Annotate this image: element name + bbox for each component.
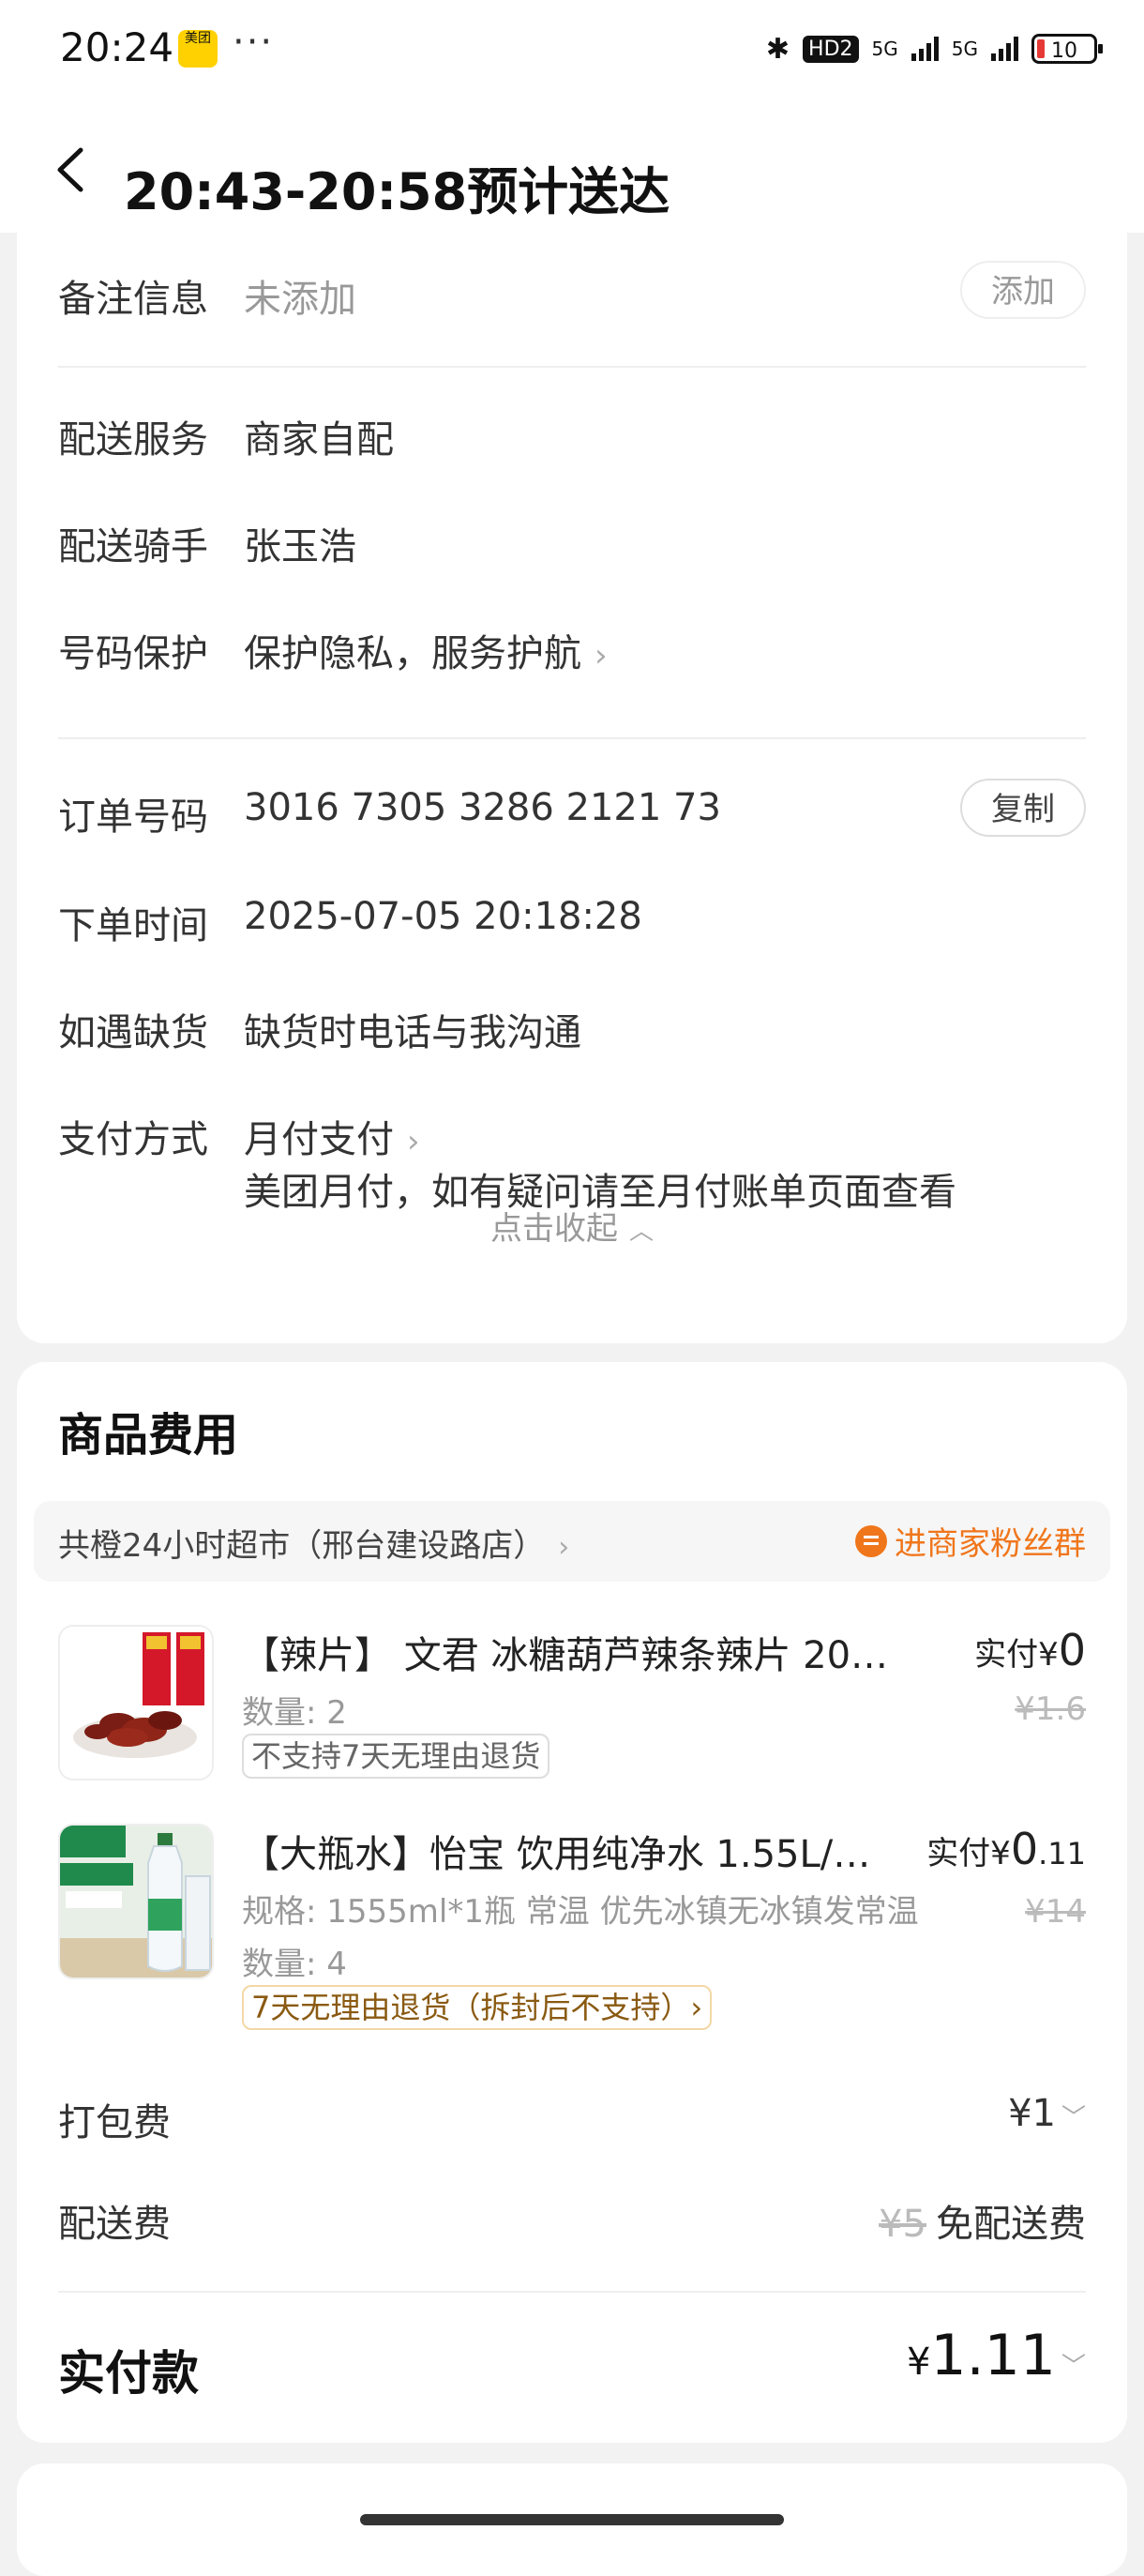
delivery-fee-original: ¥5: [879, 2203, 926, 2246]
status-time: 20:24: [60, 24, 174, 70]
product-image-bottled-water[interactable]: [58, 1824, 214, 1979]
order-details-card: 备注信息 未添加 添加 配送服务 商家自配 配送骑手 张玉浩 号码保护 保护隐私…: [17, 216, 1127, 1343]
goods-item[interactable]: 【大瓶水】怡宝 饮用纯净水 1.55L/… 规格: 1555ml*1瓶 常温 优…: [58, 1824, 1086, 2039]
delivery-service-label: 配送服务: [58, 418, 208, 462]
number-protect-value[interactable]: 保护隐私，服务护航 ›: [244, 623, 608, 677]
total-label: 实付款: [58, 2346, 199, 2401]
original-price: ¥1.6: [1015, 1690, 1086, 1728]
number-protect-label: 号码保护: [58, 632, 208, 675]
paid-int: 0: [1058, 1625, 1086, 1675]
item-qty: 数量: 4: [242, 1946, 347, 1983]
packing-fee-row[interactable]: 打包费 ¥1 ﹀: [58, 2092, 1086, 2146]
number-protect-text: 保护隐私，服务护航: [244, 632, 581, 675]
network-type-2: 5G: [951, 38, 978, 60]
divider: [58, 2291, 1086, 2293]
remark-row: 备注信息 未添加 添加: [58, 261, 1086, 326]
order-number-label: 订单号码: [58, 796, 208, 839]
store-name: 共橙24小时超市（邢台建设路店）: [58, 1527, 546, 1565]
remark-value: 未添加: [244, 278, 356, 321]
signal-icon-2: [991, 37, 1018, 61]
item-name: 【辣片】 文君 冰糖葫芦辣条辣片 20g…: [242, 1634, 908, 1677]
chevron-down-icon: ﹀: [1061, 2104, 1086, 2132]
goods-cost-card: 商品费用 共橙24小时超市（邢台建设路店） › 进商家粉丝群 【辣片】 文君 冰…: [17, 1362, 1127, 2443]
network-type-1: 5G: [871, 38, 898, 60]
remark-label: 备注信息: [58, 278, 208, 321]
paid-dec: .11: [1038, 1836, 1086, 1871]
chat-group-icon: [855, 1524, 887, 1557]
payment-method: 月付支付: [244, 1118, 394, 1161]
chevron-right-icon: ›: [595, 637, 608, 674]
collapse-button[interactable]: 点击收起 ︿: [17, 1203, 1127, 1249]
out-of-stock-value: 缺货时电话与我沟通: [244, 1011, 581, 1054]
order-time-label: 下单时间: [58, 904, 208, 947]
delivery-fee-value: ¥5 免配送费: [879, 2193, 1086, 2248]
collapse-label: 点击收起: [489, 1210, 618, 1248]
store-bar: 共橙24小时超市（邢台建设路店） › 进商家粉丝群: [34, 1501, 1110, 1582]
back-arrow-icon[interactable]: [53, 146, 90, 193]
home-indicator[interactable]: [360, 2514, 784, 2525]
paid-prefix: 实付¥: [974, 1636, 1059, 1674]
return-policy-tag: 不支持7天无理由退货: [242, 1734, 550, 1779]
original-price: ¥14: [1025, 1893, 1086, 1931]
delivery-fee-label: 配送费: [58, 2203, 171, 2246]
delivery-fee-row: 配送费 ¥5 免配送费: [58, 2193, 1086, 2248]
paid-price: 实付¥0: [974, 1625, 1086, 1675]
paid-price: 实付¥0.11: [926, 1824, 1086, 1874]
payment-label: 支付方式: [58, 1118, 208, 1161]
product-image-spicy-strips[interactable]: [58, 1625, 214, 1780]
item-qty: 数量: 2: [242, 1694, 347, 1732]
store-link[interactable]: 共橙24小时超市（邢台建设路店） ›: [58, 1520, 569, 1566]
page-title: 20:43-20:58预计送达: [124, 162, 670, 221]
meituan-app-icon: 美团: [178, 30, 218, 68]
order-number-row: 订单号码 3016 7305 3286 2121 73 复制: [58, 779, 1086, 844]
goods-item[interactable]: 【辣片】 文君 冰糖葫芦辣条辣片 20g… 数量: 2 不支持7天无理由退货 实…: [58, 1625, 1086, 1794]
order-number-value: 3016 7305 3286 2121 73: [244, 786, 721, 829]
page-header: 20:43-20:58预计送达: [0, 94, 1144, 233]
join-fans-group-button[interactable]: 进商家粉丝群: [855, 1518, 1086, 1564]
chevron-up-icon: ︿: [628, 1218, 654, 1246]
battery-icon: 10: [1031, 34, 1103, 64]
order-time-value: 2025-07-05 20:18:28: [244, 895, 642, 938]
chevron-down-icon: ﹀: [1061, 2353, 1086, 2381]
packing-fee-label: 打包费: [58, 2101, 171, 2144]
packing-fee-value[interactable]: ¥1 ﹀: [1008, 2092, 1086, 2135]
total-currency: ¥: [906, 2341, 931, 2384]
item-spec: 规格: 1555ml*1瓶 常温 优先冰镇无冰镇发常温: [242, 1893, 919, 1931]
hd-voice-icon: HD2: [803, 35, 859, 63]
delivery-service-value: 商家自配: [244, 418, 394, 462]
total-value: 1.11: [930, 2323, 1056, 2388]
item-name: 【大瓶水】怡宝 饮用纯净水 1.55L/…: [242, 1833, 871, 1876]
section-title: 商品费用: [58, 1409, 239, 1462]
status-bar: 20:24 美团 ··· ✱ HD2 5G 5G 10: [0, 0, 1144, 94]
rider-label: 配送骑手: [58, 525, 208, 568]
rider-value: 张玉浩: [244, 525, 356, 568]
status-icons: ✱ HD2 5G 5G 10: [765, 28, 1103, 69]
fans-group-label: 进商家粉丝群: [895, 1525, 1086, 1563]
signal-icon-1: [911, 37, 939, 61]
payment-value[interactable]: 月付支付 ›: [244, 1109, 420, 1163]
chevron-right-icon: ›: [407, 1123, 420, 1160]
delivery-fee-free: 免配送费: [936, 2203, 1086, 2246]
bluetooth-icon: ✱: [765, 32, 790, 66]
more-notifications-icon: ···: [233, 21, 275, 64]
divider: [58, 737, 1086, 739]
packing-fee-amount: ¥1: [1008, 2092, 1056, 2135]
paid-int: 0: [1010, 1824, 1039, 1874]
total-amount[interactable]: ¥1.11 ﹀: [907, 2323, 1086, 2388]
chevron-right-icon: ›: [558, 1531, 570, 1564]
copy-order-number-button[interactable]: 复制: [960, 779, 1086, 837]
divider: [58, 366, 1086, 368]
add-remark-button[interactable]: 添加: [960, 261, 1086, 319]
out-of-stock-label: 如遇缺货: [58, 1011, 208, 1054]
paid-prefix: 实付¥: [926, 1835, 1011, 1872]
return-policy-tag[interactable]: 7天无理由退货（拆封后不支持）›: [242, 1985, 713, 2030]
